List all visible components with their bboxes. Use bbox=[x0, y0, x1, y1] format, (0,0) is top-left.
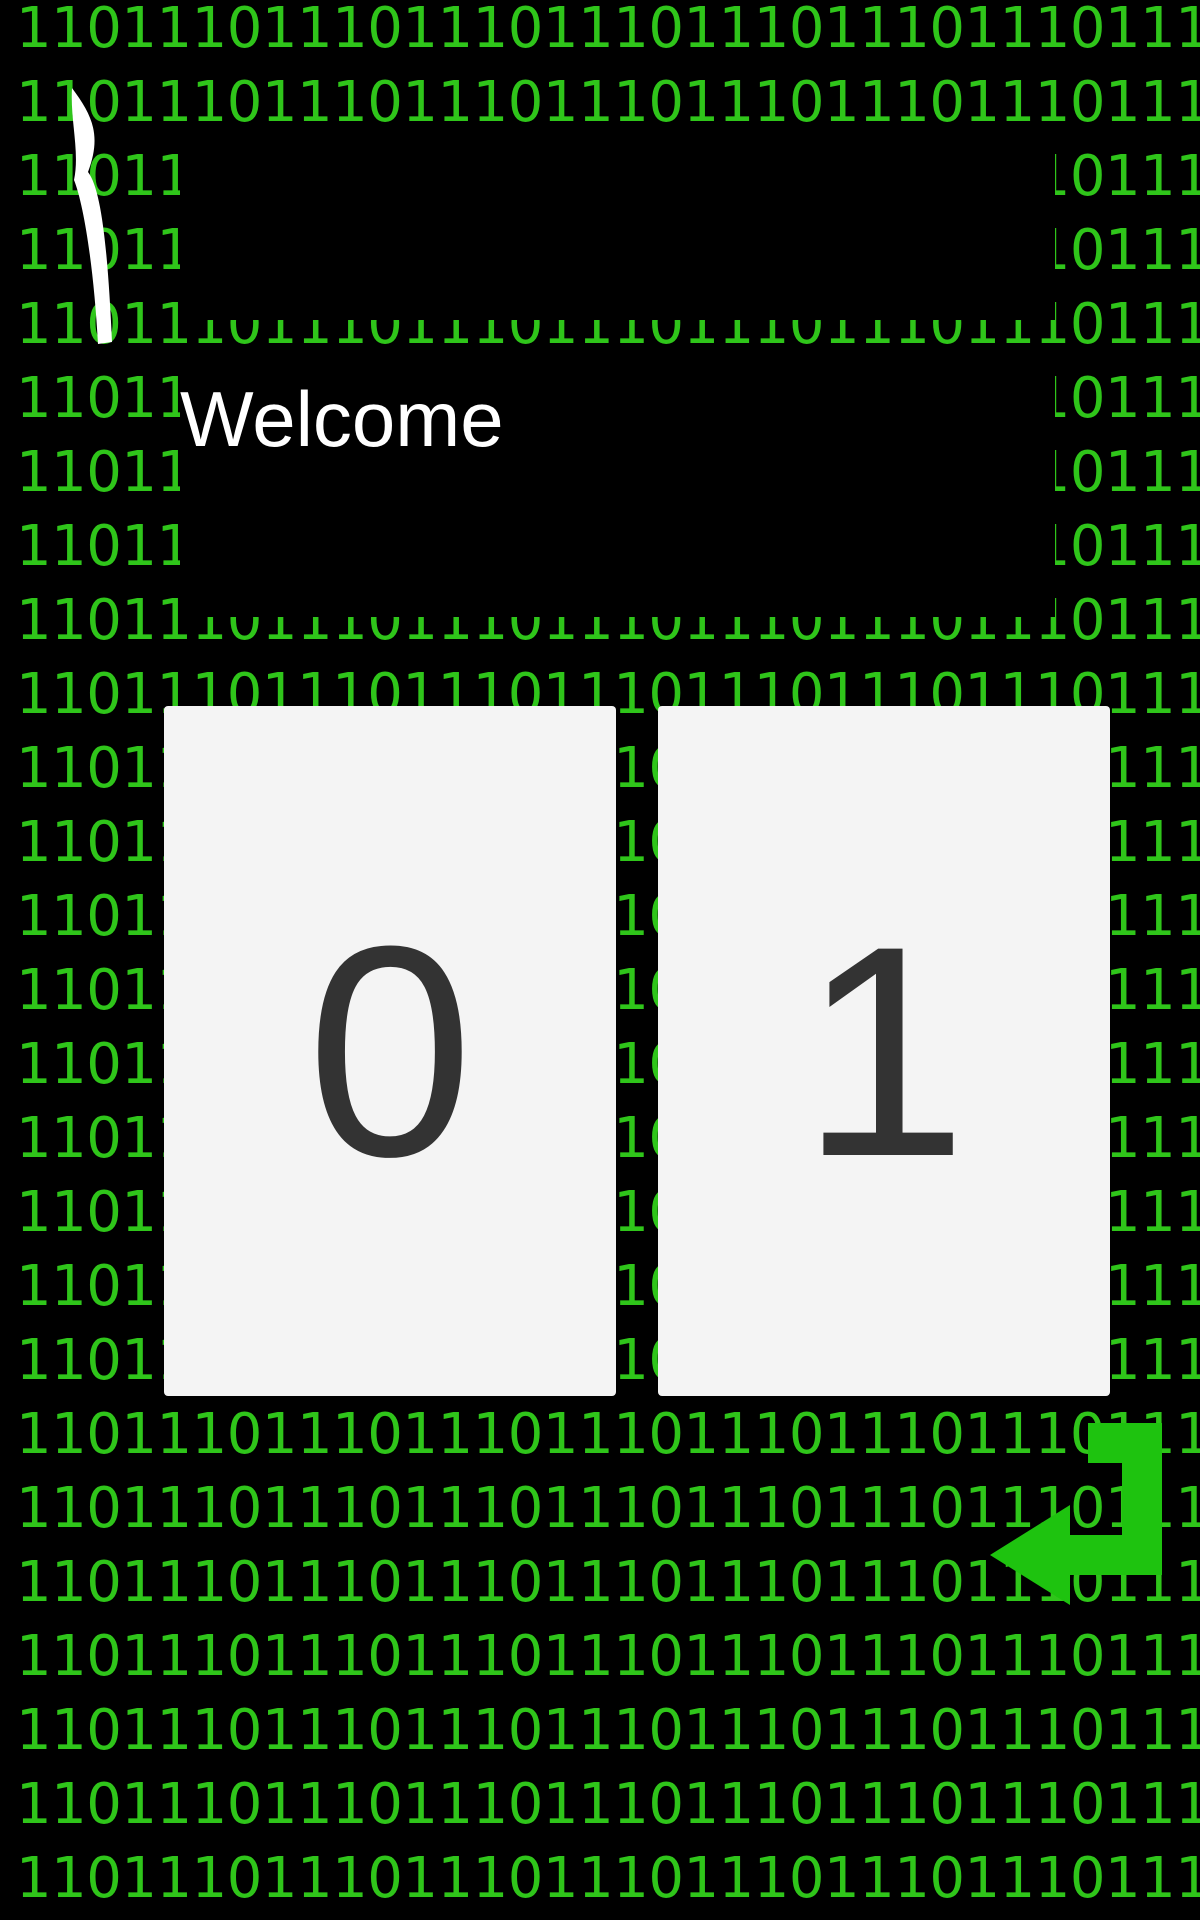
top-panel bbox=[180, 135, 1055, 320]
welcome-title: Welcome bbox=[180, 375, 504, 463]
binary-background-row: 1101110111011101110111011101110111011101 bbox=[16, 1772, 1200, 1837]
one-button[interactable]: 1 bbox=[658, 706, 1110, 1396]
swipe-back-icon[interactable] bbox=[60, 80, 130, 350]
app-screen: 1101110111011101110111011101110111011101… bbox=[0, 0, 1200, 1920]
binary-background-row: 1101110111011101110111011101110111011101 bbox=[16, 70, 1200, 135]
zero-button[interactable]: 0 bbox=[164, 706, 616, 1396]
binary-background-row: 1101110111011101110111011101110111011101 bbox=[16, 1846, 1200, 1911]
binary-background-row: 1101110111011101110111011101110111011101 bbox=[16, 1698, 1200, 1763]
enter-return-icon[interactable] bbox=[980, 1415, 1170, 1615]
binary-background-row: 1101110111011101110111011101110111011101 bbox=[16, 1624, 1200, 1689]
binary-background-row: 1101110111011101110111011101110111011101 bbox=[16, 0, 1200, 61]
